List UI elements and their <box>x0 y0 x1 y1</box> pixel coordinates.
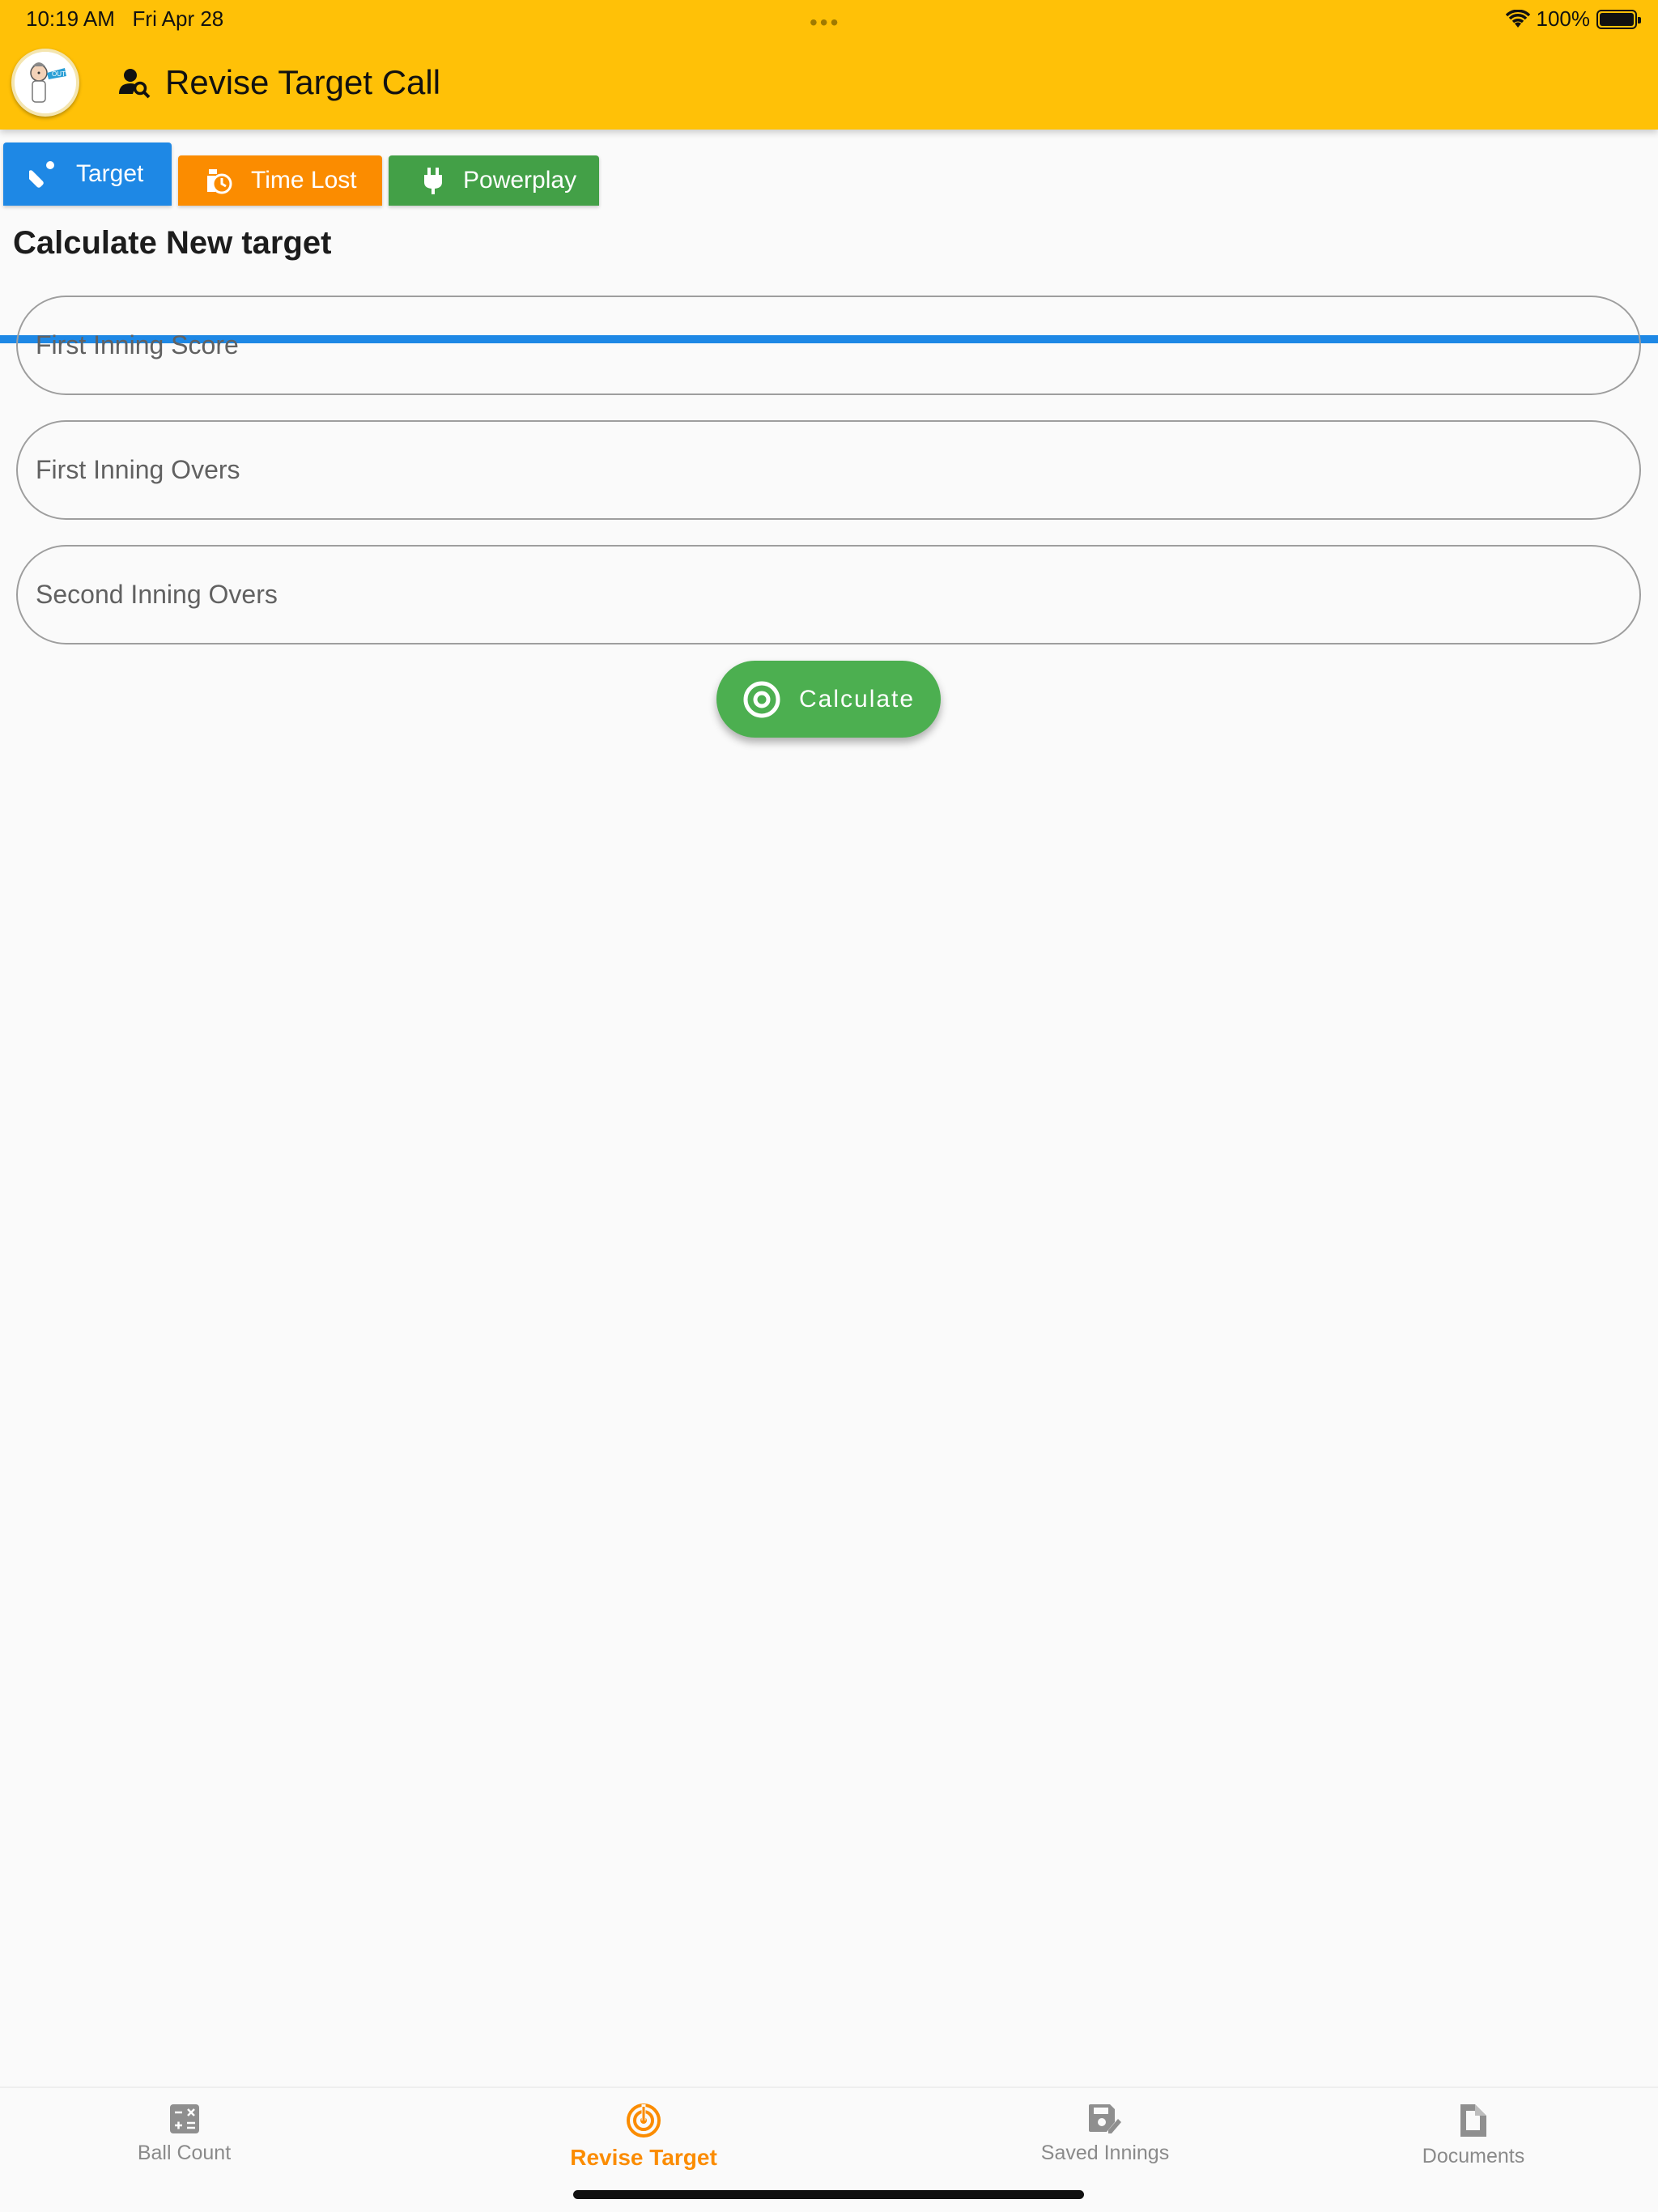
tab-time-lost[interactable]: Time Lost <box>178 155 382 206</box>
nav-item-saved-innings[interactable]: Saved Innings <box>1028 2103 1182 2165</box>
calculator-icon <box>169 2104 199 2133</box>
battery-percent: 100% <box>1536 6 1591 31</box>
status-right: 100% <box>1505 6 1641 32</box>
nav-item-ball-count[interactable]: Ball Count <box>121 2103 247 2165</box>
nav-label: Revise Target <box>570 2145 717 2170</box>
saved-edit-icon <box>1089 2104 1121 2133</box>
page-title: Revise Target Call <box>165 63 441 101</box>
target-icon <box>743 681 780 717</box>
calculate-label: Calculate <box>799 685 916 713</box>
tab-label: Powerplay <box>463 167 577 194</box>
radar-target-icon <box>627 2104 661 2138</box>
tab-target[interactable]: Target <box>3 143 172 206</box>
home-indicator[interactable] <box>573 2190 1084 2199</box>
tab-bar: Target Time Lost Powerplay <box>0 130 1658 343</box>
nav-label: Ball Count <box>137 2142 232 2164</box>
power-plug-icon <box>424 168 442 194</box>
svg-text:OUT: OUT <box>52 70 66 78</box>
second-inning-overs-input[interactable] <box>16 545 1641 644</box>
document-icon <box>1460 2104 1486 2137</box>
app-bar: 10:19 AM Fri Apr 28 ••• 100% OUT Revise … <box>0 0 1658 130</box>
app-logo[interactable]: OUT <box>11 49 79 117</box>
wifi-icon <box>1505 9 1530 28</box>
first-inning-overs-input[interactable] <box>16 420 1641 520</box>
nav-label: Saved Innings <box>1040 2142 1170 2164</box>
calculate-button[interactable]: Calculate <box>716 661 941 738</box>
battery-icon <box>1596 9 1641 29</box>
multitask-dots-icon[interactable]: ••• <box>810 10 840 36</box>
clock-history-icon <box>207 169 232 194</box>
status-date: Fri Apr 28 <box>132 6 224 31</box>
nav-item-documents[interactable]: Documents <box>1413 2103 1534 2168</box>
nav-item-revise-target[interactable]: Revise Target <box>559 2103 729 2171</box>
user-search-icon <box>119 69 151 99</box>
tab-label: Target <box>76 160 144 187</box>
status-time: 10:19 AM Fri Apr 28 <box>26 6 223 32</box>
title-row: Revise Target Call <box>118 63 440 102</box>
tab-label: Time Lost <box>251 167 357 194</box>
first-inning-score-input[interactable] <box>16 296 1641 395</box>
status-clock: 10:19 AM <box>26 6 115 31</box>
section-heading: Calculate New target <box>13 225 332 261</box>
status-bar: 10:19 AM Fri Apr 28 ••• 100% <box>0 0 1658 39</box>
cricket-bat-ball-icon <box>29 161 54 188</box>
nav-label: Documents <box>1422 2145 1525 2167</box>
tab-powerplay[interactable]: Powerplay <box>389 155 599 206</box>
